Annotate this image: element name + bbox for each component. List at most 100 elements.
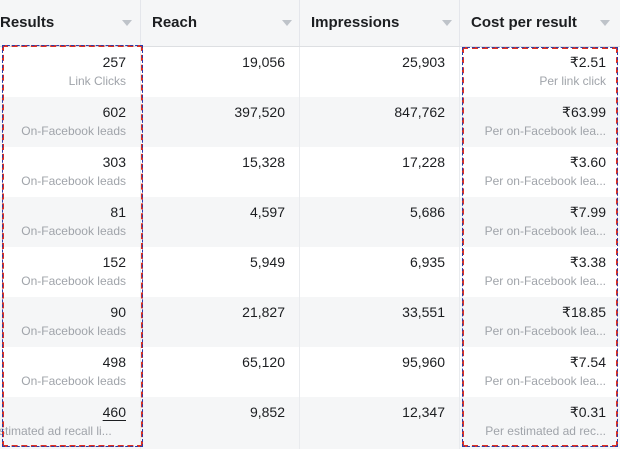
impressions-value: 12,347 bbox=[402, 404, 445, 420]
results-cell[interactable]: 257 Link Clicks bbox=[0, 47, 141, 97]
reach-cell: 19,056 bbox=[141, 47, 300, 97]
results-type: On-Facebook leads bbox=[21, 324, 126, 338]
reach-cell: 4,597 bbox=[141, 197, 300, 247]
results-cell[interactable]: 498 On-Facebook leads bbox=[0, 347, 141, 397]
cost-type: Per on-Facebook lea... bbox=[484, 374, 606, 388]
reach-cell: 15,328 bbox=[141, 147, 300, 197]
table-row[interactable]: 90 On-Facebook leads 21,827 33,551 ₹18.8… bbox=[0, 297, 620, 347]
column-header-label: Impressions bbox=[311, 14, 400, 31]
cost-type: Per on-Facebook lea... bbox=[484, 224, 606, 238]
reach-cell: 21,827 bbox=[141, 297, 300, 347]
cost-value: ₹3.38 bbox=[569, 254, 606, 270]
impressions-cell: 5,686 bbox=[300, 197, 460, 247]
cost-cell: ₹63.99 Per on-Facebook lea... bbox=[460, 97, 620, 147]
cost-type: Per link click bbox=[539, 74, 606, 88]
reach-value: 19,056 bbox=[242, 54, 285, 70]
reach-value: 15,328 bbox=[242, 154, 285, 170]
cost-cell: ₹3.60 Per on-Facebook lea... bbox=[460, 147, 620, 197]
impressions-value: 17,228 bbox=[402, 154, 445, 170]
cost-value: ₹7.54 bbox=[569, 354, 606, 370]
results-type: stimated ad recall li... bbox=[0, 424, 112, 438]
cost-cell: ₹7.99 Per on-Facebook lea... bbox=[460, 197, 620, 247]
cost-value: ₹3.60 bbox=[569, 154, 606, 170]
sort-caret-icon[interactable] bbox=[442, 20, 452, 26]
impressions-value: 25,903 bbox=[402, 54, 445, 70]
table-header: Results Reach Impressions Cost per resul… bbox=[0, 0, 620, 47]
table-row[interactable]: 257 Link Clicks 19,056 25,903 ₹2.51 Per … bbox=[0, 47, 620, 97]
results-value: 90 bbox=[110, 304, 126, 320]
impressions-cell: 847,762 bbox=[300, 97, 460, 147]
cost-cell: ₹2.51 Per link click bbox=[460, 47, 620, 97]
reach-cell: 65,120 bbox=[141, 347, 300, 397]
reach-cell: 9,852 bbox=[141, 397, 300, 449]
cost-type: Per estimated ad rec... bbox=[485, 424, 606, 438]
results-type: On-Facebook leads bbox=[21, 224, 126, 238]
results-cell[interactable]: 460 stimated ad recall li... bbox=[0, 397, 141, 449]
column-header-reach[interactable]: Reach bbox=[141, 0, 300, 46]
table-row[interactable]: 81 On-Facebook leads 4,597 5,686 ₹7.99 P… bbox=[0, 197, 620, 247]
results-type: Link Clicks bbox=[68, 74, 126, 88]
column-header-cost-per-result[interactable]: Cost per result bbox=[460, 0, 620, 46]
reach-value: 21,827 bbox=[242, 304, 285, 320]
table-row[interactable]: 602 On-Facebook leads 397,520 847,762 ₹6… bbox=[0, 97, 620, 147]
impressions-cell: 17,228 bbox=[300, 147, 460, 197]
results-value: 303 bbox=[102, 154, 126, 170]
cost-cell: ₹18.85 Per on-Facebook lea... bbox=[460, 297, 620, 347]
reach-value: 397,520 bbox=[234, 104, 285, 120]
cost-value: ₹2.51 bbox=[569, 54, 606, 70]
column-header-results[interactable]: Results bbox=[0, 0, 141, 46]
impressions-cell: 6,935 bbox=[300, 247, 460, 297]
ads-results-table: Results Reach Impressions Cost per resul… bbox=[0, 0, 620, 449]
impressions-cell: 95,960 bbox=[300, 347, 460, 397]
table-row[interactable]: 152 On-Facebook leads 5,949 6,935 ₹3.38 … bbox=[0, 247, 620, 297]
reach-value: 4,597 bbox=[249, 204, 285, 220]
results-cell[interactable]: 303 On-Facebook leads bbox=[0, 147, 141, 197]
cost-type: Per on-Facebook lea... bbox=[484, 174, 606, 188]
cost-type: Per on-Facebook lea... bbox=[484, 274, 606, 288]
results-type: On-Facebook leads bbox=[21, 374, 126, 388]
impressions-value: 33,551 bbox=[402, 304, 445, 320]
column-header-label: Reach bbox=[152, 14, 198, 31]
results-cell[interactable]: 90 On-Facebook leads bbox=[0, 297, 141, 347]
impressions-cell: 33,551 bbox=[300, 297, 460, 347]
impressions-value: 95,960 bbox=[402, 354, 445, 370]
impressions-value: 847,762 bbox=[394, 104, 445, 120]
results-value: 152 bbox=[102, 254, 126, 270]
column-header-impressions[interactable]: Impressions bbox=[300, 0, 460, 46]
results-type: On-Facebook leads bbox=[21, 274, 126, 288]
sort-caret-icon[interactable] bbox=[600, 20, 610, 26]
reach-value: 5,949 bbox=[249, 254, 285, 270]
results-cell[interactable]: 81 On-Facebook leads bbox=[0, 197, 141, 247]
reach-value: 65,120 bbox=[242, 354, 285, 370]
column-header-label: Cost per result bbox=[471, 14, 577, 31]
results-value-link[interactable]: 460 bbox=[0, 404, 126, 421]
sort-caret-icon[interactable] bbox=[122, 20, 132, 26]
table-row[interactable]: 460 stimated ad recall li... 9,852 12,34… bbox=[0, 397, 620, 449]
cost-value: ₹7.99 bbox=[569, 204, 606, 220]
impressions-value: 6,935 bbox=[409, 254, 445, 270]
sort-caret-icon[interactable] bbox=[282, 20, 292, 26]
cost-value: ₹0.31 bbox=[569, 404, 606, 420]
table-row[interactable]: 303 On-Facebook leads 15,328 17,228 ₹3.6… bbox=[0, 147, 620, 197]
results-value: 81 bbox=[110, 204, 126, 220]
reach-value: 9,852 bbox=[249, 404, 285, 420]
results-cell[interactable]: 152 On-Facebook leads bbox=[0, 247, 141, 297]
cost-value: ₹63.99 bbox=[562, 104, 606, 120]
cost-type: Per on-Facebook lea... bbox=[484, 324, 606, 338]
results-type: On-Facebook leads bbox=[21, 124, 126, 138]
cost-cell: ₹3.38 Per on-Facebook lea... bbox=[460, 247, 620, 297]
reach-cell: 5,949 bbox=[141, 247, 300, 297]
cost-value: ₹18.85 bbox=[562, 304, 606, 320]
table-row[interactable]: 498 On-Facebook leads 65,120 95,960 ₹7.5… bbox=[0, 347, 620, 397]
results-cell[interactable]: 602 On-Facebook leads bbox=[0, 97, 141, 147]
results-value: 602 bbox=[102, 104, 126, 120]
impressions-cell: 12,347 bbox=[300, 397, 460, 449]
reach-cell: 397,520 bbox=[141, 97, 300, 147]
cost-cell: ₹0.31 Per estimated ad rec... bbox=[460, 397, 620, 449]
cost-type: Per on-Facebook lea... bbox=[484, 124, 606, 138]
cost-cell: ₹7.54 Per on-Facebook lea... bbox=[460, 347, 620, 397]
results-type: On-Facebook leads bbox=[21, 174, 126, 188]
impressions-cell: 25,903 bbox=[300, 47, 460, 97]
column-header-label: Results bbox=[0, 14, 55, 31]
results-value: 257 bbox=[102, 54, 126, 70]
